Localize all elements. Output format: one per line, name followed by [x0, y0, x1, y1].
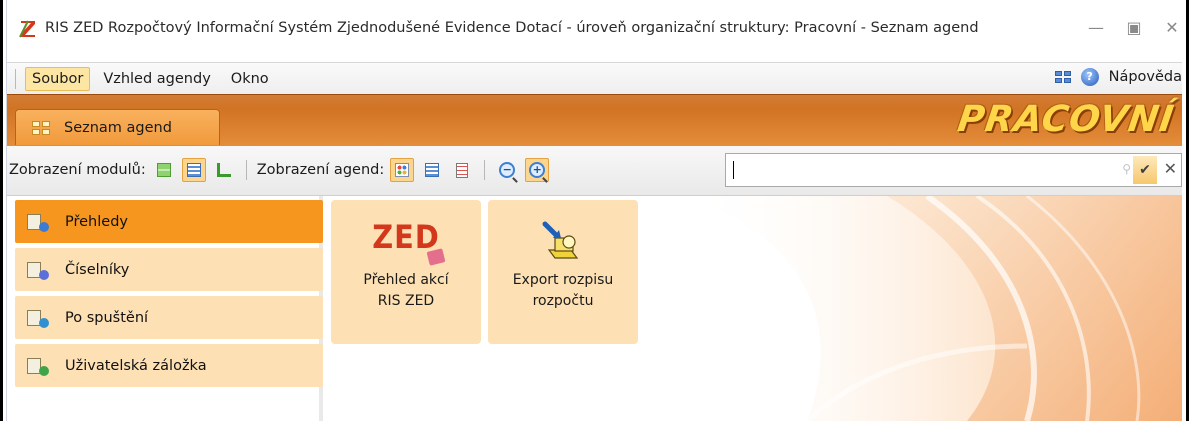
tile-export-rozpisu[interactable]: Export rozpisu rozpočtu — [488, 200, 638, 344]
agendas-view-icons-button[interactable] — [390, 158, 415, 182]
agendas-view-details-button[interactable] — [450, 158, 474, 182]
window-frame-right — [1182, 0, 1189, 421]
nav-item-uzivatelska-zalozka[interactable]: Uživatelská záložka — [15, 344, 323, 387]
help-icon[interactable]: ? — [1080, 68, 1099, 86]
tile-label-line1: Export rozpisu — [512, 272, 614, 288]
modules-view-rows-button[interactable] — [152, 158, 176, 182]
modules-view-list-button[interactable] — [181, 158, 206, 182]
tile-label-line2: RIS ZED — [377, 293, 435, 309]
large-icons-icon — [395, 163, 410, 177]
nav-item-label: Přehledy — [65, 213, 128, 230]
tab-band: Seznam agend PRACOVNÍ — [7, 94, 1182, 146]
help-menu[interactable]: Nápověda — [1109, 69, 1182, 85]
details-view-icon — [456, 162, 469, 178]
agendas-view-label: Zobrazení agend: — [256, 162, 385, 178]
close-icon: ✕ — [1163, 159, 1177, 178]
environment-brand: PRACOVNÍ — [955, 99, 1177, 140]
window-title: RIS ZED Rozpočtový Informační Systém Zje… — [45, 20, 979, 36]
menu-grip — [15, 69, 16, 89]
zoom-out-icon: − — [499, 162, 516, 178]
zoom-out-button[interactable]: − — [495, 158, 519, 182]
list-view-icon — [425, 163, 440, 177]
confirm-search-button[interactable]: ✔ — [1133, 156, 1157, 184]
tab-label: Seznam agend — [64, 119, 172, 136]
search-box[interactable]: ⚲ ✔ ✕ — [725, 153, 1182, 187]
text-caret — [733, 161, 734, 179]
tile-label-line2: rozpočtu — [532, 293, 594, 309]
overview-icon — [27, 212, 49, 232]
menu-okno[interactable]: Okno — [224, 67, 276, 91]
view-toolbar: Zobrazení modulů: Zobrazení agend: − + ⚲… — [7, 146, 1182, 196]
layout-grid-icon[interactable] — [1054, 71, 1071, 83]
modules-view-columns-button[interactable] — [212, 158, 236, 182]
nav-item-label: Číselníky — [65, 261, 130, 278]
toolbar-separator — [484, 160, 486, 180]
window-frame-left — [0, 0, 7, 421]
columns-view-icon — [216, 163, 231, 177]
codelist-icon — [27, 260, 49, 280]
maximize-button[interactable]: ▣ — [1124, 18, 1144, 37]
zoom-in-button[interactable]: + — [525, 158, 550, 182]
agendas-view-list-button[interactable] — [420, 158, 444, 182]
agenda-grid-icon — [32, 120, 50, 135]
app-logo-icon — [19, 20, 37, 38]
search-icon: ⚲ — [1122, 162, 1131, 176]
minimize-button[interactable]: — — [1086, 18, 1106, 37]
tile-label-line1: Přehled akcí — [363, 272, 449, 288]
user-tab-icon — [27, 356, 49, 376]
modules-view-label: Zobrazení modulů: — [9, 162, 146, 178]
check-icon: ✔ — [1139, 162, 1151, 178]
tile-prehled-akci[interactable]: ZED Přehled akcí RIS ZED — [331, 200, 481, 344]
module-navigation: Přehledy Číselníky Po spuštění Uživatels… — [7, 196, 323, 421]
title-bar: RIS ZED Rozpočtový Informační Systém Zje… — [7, 0, 1182, 62]
clear-search-button[interactable]: ✕ — [1164, 159, 1177, 178]
nav-item-label: Uživatelská záložka — [65, 357, 207, 374]
toolbar-separator — [245, 160, 247, 180]
agenda-area: ZED Přehled akcí RIS ZED Export rozpisu … — [327, 196, 1182, 421]
zoom-in-icon: + — [529, 162, 546, 178]
close-button[interactable]: ✕ — [1162, 18, 1182, 37]
nav-item-ciselniky[interactable]: Číselníky — [15, 248, 323, 291]
export-icon — [542, 221, 579, 259]
startup-icon — [27, 308, 49, 328]
menu-soubor[interactable]: Soubor — [25, 67, 91, 91]
nav-item-po-spusteni[interactable]: Po spuštění — [15, 296, 323, 339]
rows-view-icon — [156, 163, 171, 177]
tab-seznam-agend[interactable]: Seznam agend — [15, 109, 220, 145]
menu-vzhled-agendy[interactable]: Vzhled agendy — [96, 67, 217, 91]
nav-item-prehledy[interactable]: Přehledy — [15, 200, 323, 243]
list-view-icon — [186, 163, 201, 177]
menu-bar: Soubor Vzhled agendy Okno ? Nápověda — [7, 62, 1182, 94]
nav-item-label: Po spuštění — [65, 309, 149, 326]
search-input[interactable] — [736, 158, 1086, 182]
zed-logo-icon: ZED — [372, 218, 439, 270]
